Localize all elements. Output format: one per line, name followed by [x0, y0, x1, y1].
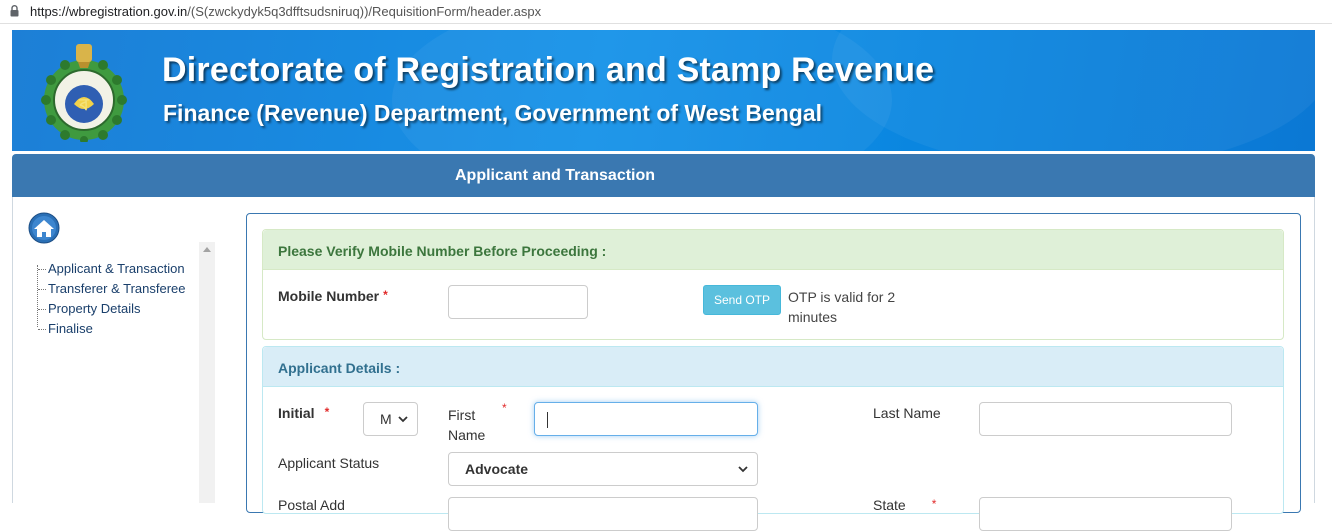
mobile-number-label-text: Mobile Number [278, 288, 380, 304]
applicant-status-label: Applicant Status [278, 455, 380, 471]
section-title: Applicant and Transaction [455, 167, 656, 184]
url-host: https://wbregistration.gov.in [30, 4, 188, 19]
required-marker: * [324, 405, 330, 419]
applicant-card-heading: Applicant Details : [278, 360, 401, 376]
home-icon[interactable] [28, 212, 60, 244]
initial-select-value: M [380, 411, 392, 427]
send-otp-button[interactable]: Send OTP [703, 285, 781, 315]
scroll-up-arrow-icon[interactable] [203, 247, 211, 252]
state-select[interactable] [979, 497, 1232, 531]
first-name-input[interactable] [534, 402, 758, 436]
sidebar-tree: Applicant & Transaction Transferer & Tra… [37, 261, 186, 341]
west-bengal-emblem-icon: ব [41, 44, 127, 142]
applicant-details-card: Applicant Details : Initial * M First Nam… [262, 346, 1284, 531]
sidebar-item-transferer-transferee[interactable]: Transferer & Transferee [37, 281, 186, 301]
sidebar-item-finalise[interactable]: Finalise [37, 321, 186, 341]
chevron-down-icon [738, 466, 748, 473]
url-text[interactable]: https://wbregistration.gov.in/(S(zwckydy… [30, 4, 541, 19]
page-subtitle: Finance (Revenue) Department, Government… [163, 100, 823, 126]
form-panel: Please Verify Mobile Number Before Proce… [246, 213, 1301, 531]
sidebar-scrollbar[interactable] [199, 242, 215, 503]
mobile-number-label: Mobile Number * [278, 288, 388, 304]
required-marker: * [383, 288, 388, 302]
required-marker: * [502, 401, 507, 415]
chevron-down-icon [398, 416, 408, 423]
lock-icon [10, 5, 19, 17]
initial-label: Initial * [278, 405, 329, 421]
svg-text:ব: ব [79, 95, 90, 114]
initial-label-text: Initial [278, 405, 315, 421]
section-title-bar: Applicant and Transaction [12, 154, 1315, 197]
banner-decoration [392, 30, 892, 151]
initial-select[interactable]: M [363, 402, 418, 436]
postal-address-input[interactable] [448, 497, 758, 531]
main-content: Applicant & Transaction Transferer & Tra… [12, 197, 1315, 531]
text-cursor [547, 412, 548, 428]
applicant-card-header: Applicant Details : [263, 347, 1283, 387]
last-name-label: Last Name [873, 405, 941, 421]
header-banner: ব Directorate of Registration and Stamp … [12, 30, 1315, 151]
url-path: /(S(zwckydyk5q3dfftsudsniruq))/Requisiti… [187, 4, 542, 19]
verify-mobile-card: Please Verify Mobile Number Before Proce… [262, 229, 1284, 340]
sidebar-item-property-details[interactable]: Property Details [37, 301, 186, 321]
applicant-status-select[interactable]: Advocate [448, 452, 758, 486]
postal-address-label: Postal Add [278, 497, 345, 513]
sidebar-item-applicant-transaction[interactable]: Applicant & Transaction [37, 261, 186, 281]
verify-card-heading: Please Verify Mobile Number Before Proce… [278, 243, 607, 259]
state-label-text: State [873, 497, 906, 513]
mobile-number-input[interactable] [448, 285, 588, 319]
last-name-input[interactable] [979, 402, 1232, 436]
state-label: State * [873, 497, 936, 513]
page-title: Directorate of Registration and Stamp Re… [162, 51, 935, 89]
applicant-status-value: Advocate [465, 461, 529, 477]
required-marker: * [931, 497, 937, 511]
verify-card-header: Please Verify Mobile Number Before Proce… [263, 230, 1283, 270]
page: ব Directorate of Registration and Stamp … [12, 30, 1315, 531]
first-name-label: First Name [448, 407, 486, 443]
browser-address-bar[interactable]: https://wbregistration.gov.in/(S(zwckydy… [0, 0, 1332, 24]
otp-validity-note: OTP is valid for 2 minutes [788, 289, 896, 325]
banner-decoration [832, 30, 1315, 151]
